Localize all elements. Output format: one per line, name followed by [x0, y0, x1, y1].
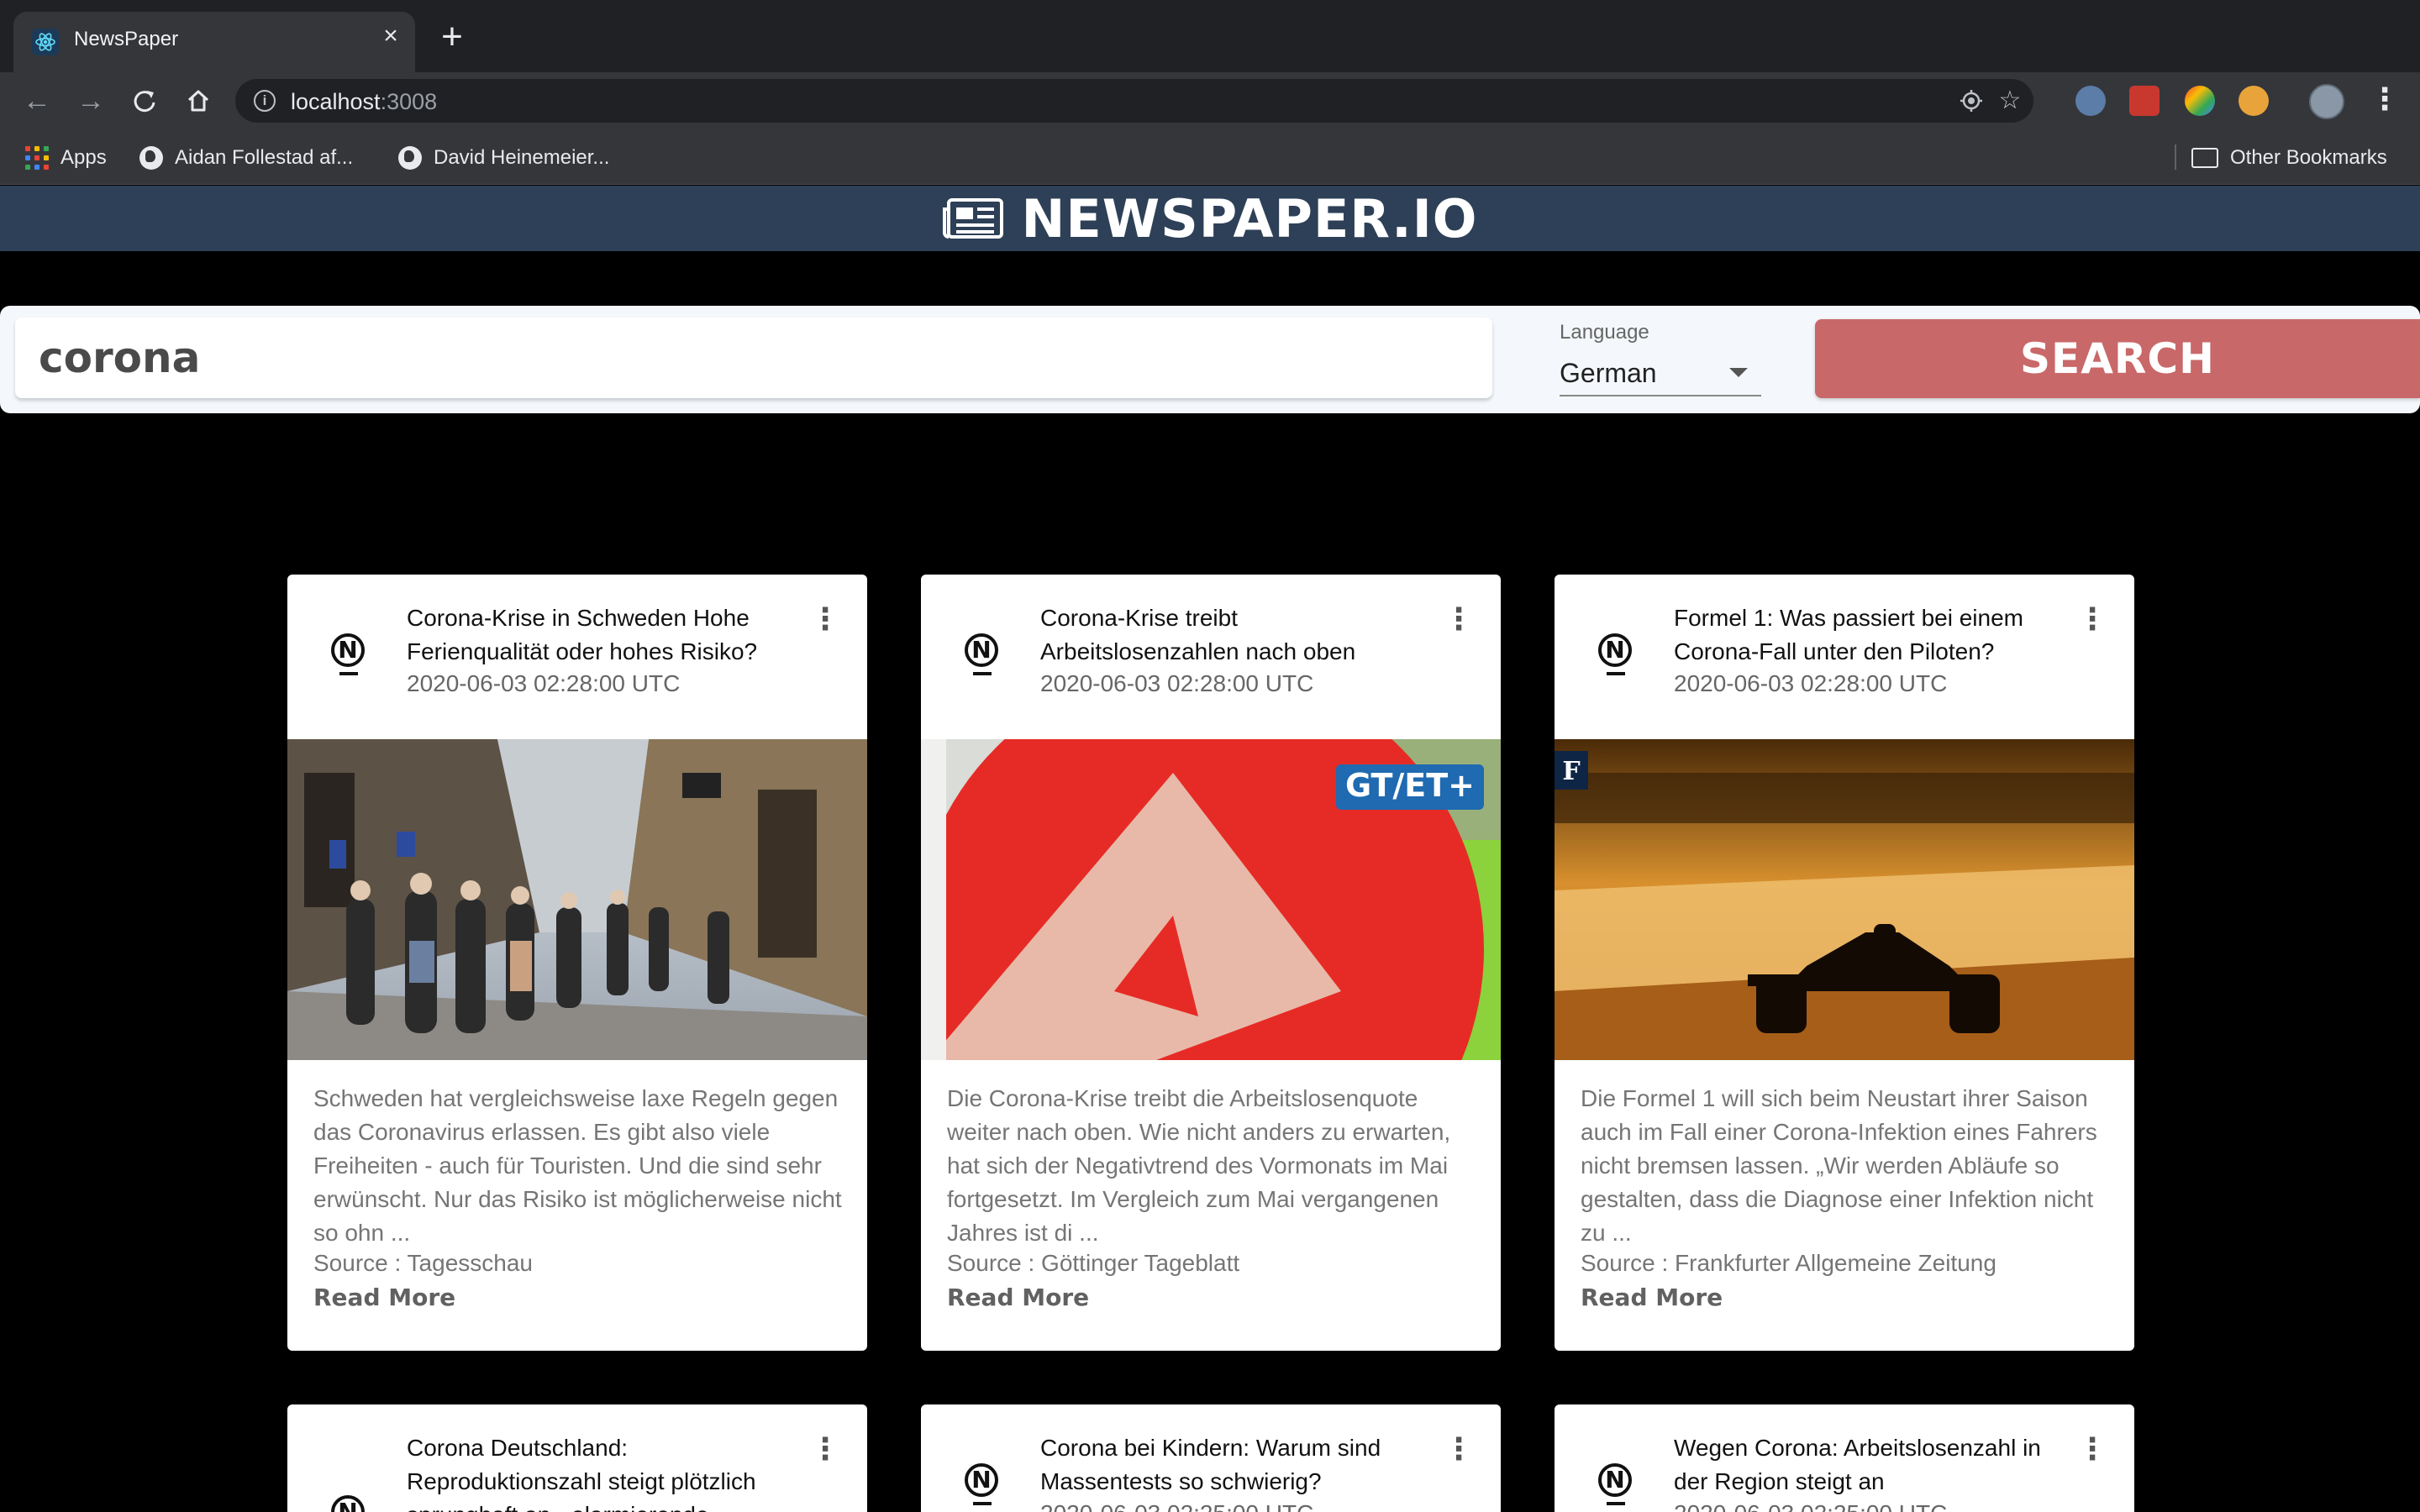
browser-menu-icon[interactable]: ⋮ [2370, 82, 2400, 119]
source-avatar-icon: N [956, 623, 1007, 675]
article-image: F [1555, 739, 2134, 1060]
more-vert-icon[interactable]: ⋮ [810, 604, 840, 650]
article-card: N Wegen Corona: Arbeitslosenzahl in der … [1555, 1404, 2134, 1512]
bookmarks-bar: Apps Aidan Follestad af... David Heineme… [0, 129, 2420, 185]
globe-icon [139, 146, 163, 170]
site-info-icon[interactable]: i [254, 90, 276, 112]
read-more-link[interactable]: Read More [1581, 1284, 1723, 1311]
article-title: Formel 1: Was passiert bei einem Corona-… [1674, 605, 2023, 664]
browser-tab-bar: NewsPaper × + [0, 0, 2420, 72]
bookmark-star-icon[interactable]: ☆ [1995, 86, 2025, 116]
article-date: 2020-06-03 02:28:00 UTC [1674, 670, 1948, 696]
url-text: localhost:3008 [291, 89, 438, 114]
article-description: Schweden hat vergleichsweise laxe Regeln… [313, 1085, 842, 1246]
react-favicon-icon [32, 29, 59, 55]
app-header: NEWSPAPER.IO [0, 186, 2420, 251]
apps-grid-icon [25, 146, 49, 170]
article-card: N Corona-Krise in Schweden Hohe Ferienqu… [287, 575, 867, 1351]
extension-icon[interactable] [2185, 86, 2215, 116]
bookmark-aidan[interactable]: Aidan Follestad af... [139, 144, 353, 171]
more-vert-icon[interactable]: ⋮ [2077, 1434, 2107, 1480]
article-title: Corona bei Kindern: Warum sind Massentes… [1040, 1435, 1381, 1494]
profile-avatar[interactable] [2309, 84, 2344, 119]
article-card: N Corona-Krise treibt Arbeitslosenzahlen… [921, 575, 1501, 1351]
more-vert-icon[interactable]: ⋮ [810, 1434, 840, 1480]
browser-toolbar: ← → i localhost:3008 ☆ ⋮ [0, 72, 2420, 129]
article-title: Corona-Krise in Schweden Hohe Ferienqual… [407, 605, 758, 664]
article-source: Source : Tagesschau [313, 1250, 533, 1276]
new-tab-icon[interactable]: + [435, 18, 469, 55]
language-value: German [1560, 358, 1657, 388]
caret-down-icon [1729, 368, 1748, 377]
article-date: 2020-06-03 02:25:00 UTC [1040, 1500, 1313, 1512]
location-target-icon[interactable] [1956, 86, 1986, 116]
extension-icon[interactable] [2075, 86, 2106, 116]
other-bookmarks[interactable]: Other Bookmarks [2191, 144, 2387, 171]
forward-arrow-icon[interactable]: → [72, 82, 109, 119]
article-title: Wegen Corona: Arbeitslosenzahl in der Re… [1674, 1435, 2041, 1494]
image-badge: GT/ET+ [1345, 767, 1475, 804]
search-button[interactable]: SEARCH [1815, 319, 2420, 398]
back-arrow-icon[interactable]: ← [18, 82, 55, 119]
read-more-link[interactable]: Read More [313, 1284, 455, 1311]
search-field[interactable] [15, 318, 1492, 398]
source-avatar-icon: N [956, 1453, 1007, 1505]
article-description: Die Formel 1 will sich beim Neustart ihr… [1581, 1085, 2097, 1246]
source-avatar-icon: N [323, 623, 373, 675]
article-card: N Formel 1: Was passiert bei einem Coron… [1555, 575, 2134, 1351]
newspaper-icon [942, 197, 1004, 239]
article-date: 2020-06-03 02:25:00 UTC [1674, 1500, 1947, 1512]
extension-icon[interactable] [2238, 86, 2269, 116]
read-more-link[interactable]: Read More [947, 1284, 1089, 1311]
close-tab-icon[interactable]: × [376, 22, 405, 50]
search-panel: Language German SEARCH [0, 306, 2420, 413]
home-icon[interactable] [180, 82, 217, 119]
app-title: NEWSPAPER.IO [1021, 187, 1478, 249]
address-bar[interactable]: i localhost:3008 ☆ [235, 79, 2033, 123]
globe-icon [398, 146, 422, 170]
article-image [287, 739, 867, 1060]
folder-icon [2191, 148, 2218, 168]
article-date: 2020-06-03 02:28:00 UTC [1040, 670, 1314, 696]
browser-tab[interactable]: NewsPaper × [13, 12, 415, 72]
tab-title: NewsPaper [74, 28, 179, 50]
source-avatar-icon: N [1590, 1453, 1640, 1505]
article-card: N Corona bei Kindern: Warum sind Massent… [921, 1404, 1501, 1512]
source-avatar-icon: N [323, 1485, 373, 1512]
language-select[interactable]: German [1560, 351, 1761, 396]
article-date: 2020-06-03 02:28:00 UTC [407, 670, 681, 696]
article-description: Die Corona-Krise treibt die Arbeitslosen… [947, 1085, 1451, 1246]
more-vert-icon[interactable]: ⋮ [1444, 1434, 1474, 1480]
more-vert-icon[interactable]: ⋮ [1444, 604, 1474, 650]
article-source: Source : Frankfurter Allgemeine Zeitung [1581, 1250, 1996, 1276]
reload-icon[interactable] [126, 82, 163, 119]
article-card: N Corona Deutschland: Reproduktionszahl … [287, 1404, 867, 1512]
extension-icon[interactable] [2129, 86, 2160, 116]
more-vert-icon[interactable]: ⋮ [2077, 604, 2107, 650]
article-image: GT/ET+ [921, 739, 1501, 1060]
article-source: Source : Göttinger Tageblatt [947, 1250, 1240, 1276]
bookmark-david[interactable]: David Heinemeier... [398, 144, 609, 171]
bookmark-separator [2175, 144, 2176, 170]
article-title: Corona Deutschland: Reproduktionszahl st… [407, 1435, 756, 1512]
bookmark-apps[interactable]: Apps [25, 144, 107, 171]
language-label: Language [1560, 321, 1649, 344]
image-badge: F [1562, 757, 1580, 786]
source-avatar-icon: N [1590, 623, 1640, 675]
search-input[interactable] [39, 334, 1467, 381]
article-title: Corona-Krise treibt Arbeitslosenzahlen n… [1040, 605, 1356, 664]
